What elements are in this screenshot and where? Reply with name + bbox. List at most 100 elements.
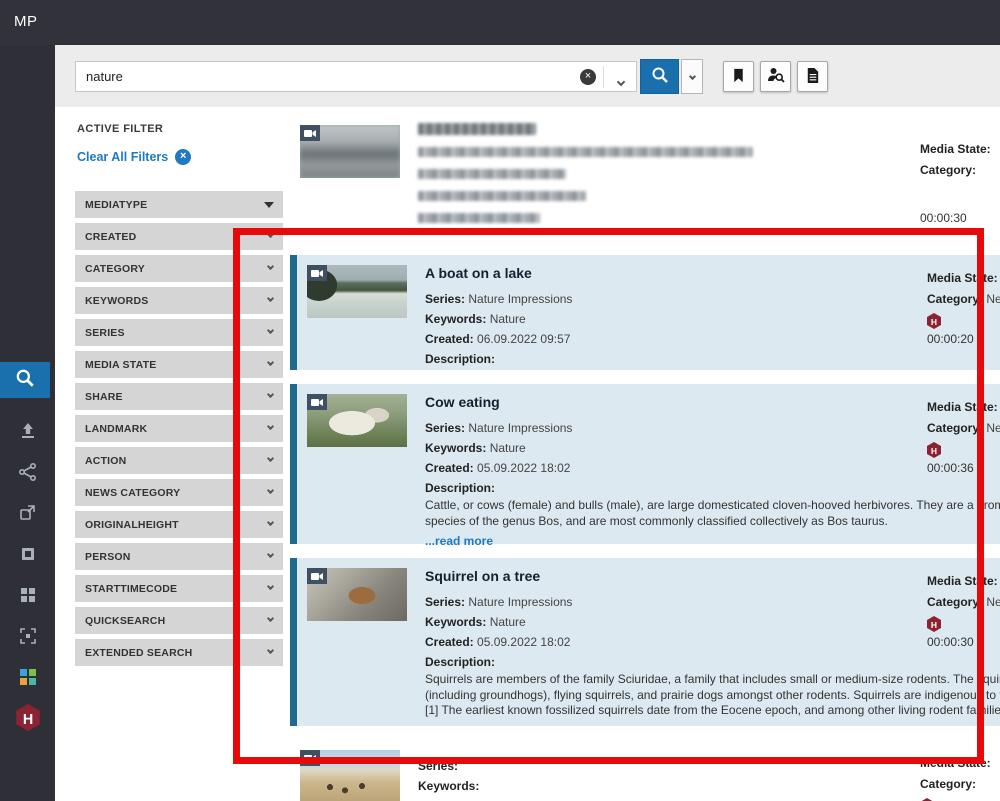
keywords-line: Keywords: Nature <box>425 438 1000 458</box>
filter-group-label: MEDIA STATE <box>85 359 156 371</box>
document-button[interactable] <box>797 61 828 92</box>
chevron-down-icon <box>267 391 274 398</box>
svg-text:H: H <box>22 712 32 728</box>
search-input[interactable] <box>76 62 546 91</box>
chevron-down-icon <box>267 423 274 430</box>
redacted-text-bar <box>418 169 566 179</box>
bookmark-button[interactable] <box>723 61 754 92</box>
filter-group-originalheight[interactable]: ORIGINALHEIGHT <box>75 511 283 538</box>
sidebar-item-workflow[interactable] <box>0 456 55 492</box>
clear-search-icon[interactable]: × <box>580 69 596 85</box>
description-text: [1] The earliest known fossilized squirr… <box>425 703 1000 719</box>
result-right-column: Media State: Category: Ne H 00:00:36 <box>927 392 1000 475</box>
sidebar-item-archive[interactable] <box>0 538 55 574</box>
app-logo: MP <box>14 13 38 30</box>
series-line: Series: Nature Impressions <box>425 289 1000 309</box>
search-button[interactable] <box>640 59 679 94</box>
result-right-column: Media State: Category: H <box>920 748 1000 801</box>
result-title: Squirrel on a tree <box>425 568 1000 584</box>
sidebar-item-media-grid[interactable] <box>0 579 55 615</box>
result-thumbnail[interactable] <box>307 568 407 621</box>
chevron-down-icon <box>267 359 274 366</box>
filter-group-mediatype[interactable]: MEDIATYPE <box>75 191 283 218</box>
series-line: Series: Nature Impressions <box>425 592 1000 612</box>
result-thumbnail[interactable] <box>307 265 407 318</box>
document-icon <box>804 67 821 87</box>
result-thumbnail[interactable] <box>300 750 400 801</box>
result-row-partial[interactable]: Series: Keywords: Media State: Category:… <box>290 740 1000 801</box>
search-history-caret-icon[interactable] <box>618 72 624 90</box>
person-search-button[interactable] <box>760 61 791 92</box>
clear-filters-close-icon[interactable]: × <box>175 149 191 165</box>
svg-text:H: H <box>931 446 937 456</box>
svg-text:H: H <box>931 317 937 327</box>
result-thumbnail[interactable] <box>307 394 407 447</box>
series-line: Series: <box>418 756 1000 776</box>
result-title: Cow eating <box>425 394 1000 410</box>
filter-group-label: SHARE <box>85 391 123 403</box>
filter-group-label: SERIES <box>85 327 125 339</box>
clear-all-filters-link[interactable]: Clear All Filters × <box>77 149 283 165</box>
video-type-icon <box>307 568 327 584</box>
caret-down-icon <box>264 202 274 208</box>
sidebar-item-export[interactable] <box>0 497 55 533</box>
filter-group-media-state[interactable]: MEDIA STATE <box>75 351 283 378</box>
sidebar-item-search[interactable] <box>0 362 50 398</box>
filter-group-label: PERSON <box>85 551 131 563</box>
sidebar-item-upload[interactable] <box>0 415 55 451</box>
duration-value: 00:00:20 <box>927 332 1000 346</box>
result-row-redacted[interactable]: Media State: Category: 00:00:30 <box>290 115 1000 241</box>
filter-group-extended-search[interactable]: EXTENDED SEARCH <box>75 639 283 666</box>
result-right-column: Media State: Category: Ne H 00:00:30 <box>927 566 1000 649</box>
result-row-cow[interactable]: Cow eating Series: Nature Impressions Ke… <box>290 384 1000 544</box>
filter-group-label: STARTTIMECODE <box>85 583 177 595</box>
chevron-down-icon <box>267 647 274 654</box>
duration-value: 00:00:30 <box>920 211 1000 225</box>
sidebar-item-brand-logo[interactable]: H <box>0 700 55 740</box>
media-state-label: Media State: <box>920 753 1000 774</box>
spacer <box>920 181 1000 209</box>
result-right-column: Media State: Category: 00:00:30 <box>920 123 1000 225</box>
filter-group-keywords[interactable]: KEYWORDS <box>75 287 283 314</box>
upload-icon <box>18 421 38 446</box>
active-filter-title: ACTIVE FILTER <box>77 123 283 135</box>
filter-group-quicksearch[interactable]: QUICKSEARCH <box>75 607 283 634</box>
description-text: Cattle, or cows (female) and bulls (male… <box>425 498 1000 514</box>
keywords-line: Keywords: Nature <box>425 309 1000 329</box>
chevron-down-icon <box>267 295 274 302</box>
filter-group-series[interactable]: SERIES <box>75 319 283 346</box>
created-line: Created: 05.09.2022 18:02 <box>425 632 1000 652</box>
redacted-text-bar <box>418 147 753 157</box>
read-more-link[interactable]: ...read more <box>425 534 493 548</box>
filter-group-landmark[interactable]: LANDMARK <box>75 415 283 442</box>
description-label: Description: <box>425 478 1000 498</box>
media-state-label: Media State: <box>927 397 1000 418</box>
filter-group-person[interactable]: PERSON <box>75 543 283 570</box>
description-label: Description: <box>425 349 1000 369</box>
filter-group-action[interactable]: ACTION <box>75 447 283 474</box>
filter-group-share[interactable]: SHARE <box>75 383 283 410</box>
search-options-button[interactable] <box>681 59 703 94</box>
result-thumbnail[interactable] <box>300 125 400 178</box>
keywords-line: Keywords: <box>418 776 1000 796</box>
result-row-boat[interactable]: A boat on a lake Series: Nature Impressi… <box>290 255 1000 370</box>
filter-group-starttimecode[interactable]: STARTTIMECODE <box>75 575 283 602</box>
duration-value: 00:00:36 <box>927 461 1000 475</box>
chevron-down-icon <box>267 455 274 462</box>
apps-icon <box>18 667 38 692</box>
filter-group-created[interactable]: CREATED <box>75 223 283 250</box>
category-line: Category: Ne <box>927 289 1000 310</box>
media-state-label: Media State: <box>920 139 1000 160</box>
hexagon-h-badge-icon: H <box>927 313 1000 330</box>
keywords-line: Keywords: Nature <box>425 612 1000 632</box>
result-row-squirrel[interactable]: Squirrel on a tree Series: Nature Impres… <box>290 558 1000 726</box>
hexagon-h-badge-icon: H <box>927 616 1000 633</box>
workflow-icon <box>18 462 38 487</box>
filter-group-news-category[interactable]: NEWS CATEGORY <box>75 479 283 506</box>
hexagon-h-logo-icon: H <box>16 704 40 736</box>
sidebar-item-qr-scan[interactable] <box>0 620 55 656</box>
search-box-divider <box>603 66 604 88</box>
filter-group-category[interactable]: CATEGORY <box>75 255 283 282</box>
chevron-down-icon <box>267 263 274 270</box>
sidebar-item-apps[interactable] <box>0 661 55 697</box>
